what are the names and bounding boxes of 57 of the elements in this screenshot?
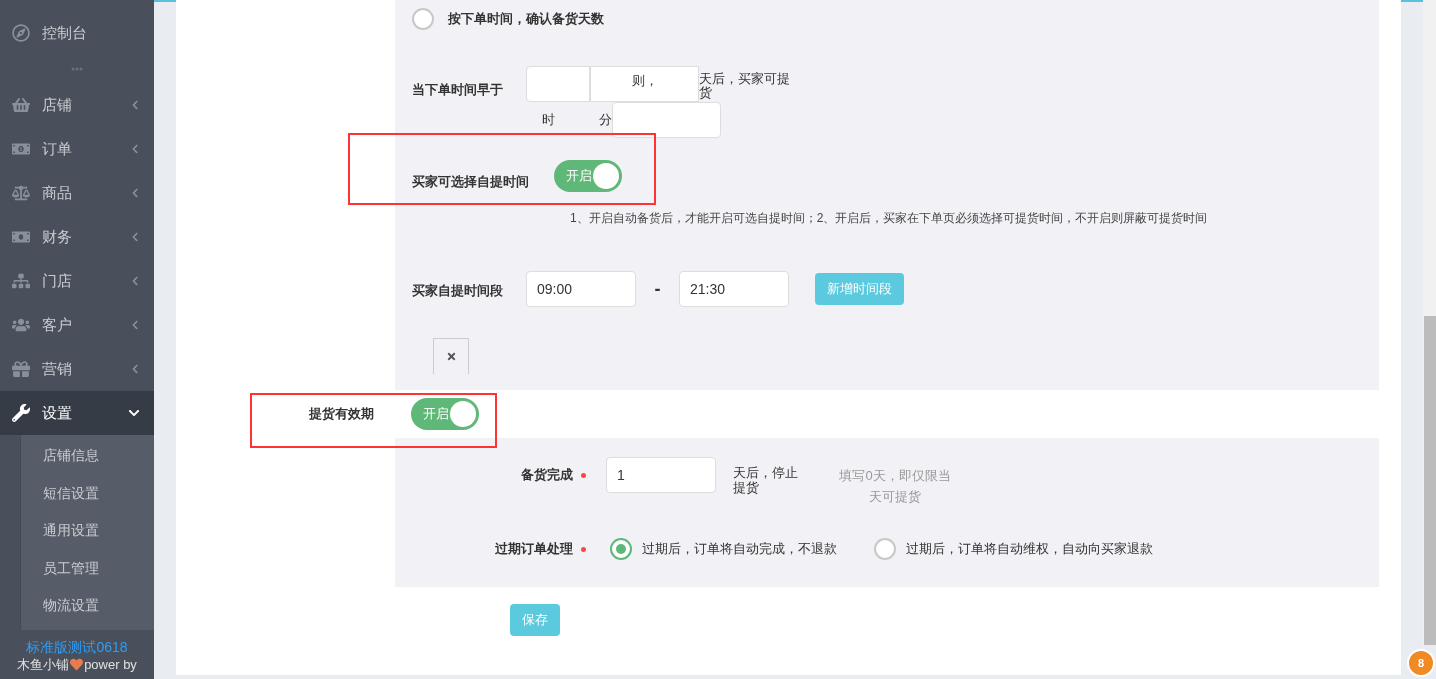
minute-label: 分	[599, 111, 612, 130]
toggle-knob	[593, 163, 619, 189]
gift-icon	[12, 360, 30, 378]
end-time-input[interactable]: 21:30	[679, 271, 789, 307]
sidebar-item[interactable]: 设置	[0, 391, 154, 435]
close-icon	[445, 351, 457, 362]
field-label: 买家自提时间段	[412, 282, 504, 301]
sidebar-item[interactable]: 店铺	[0, 83, 154, 127]
after-label: 天后，买家可提货	[699, 70, 791, 102]
sidebar-item[interactable]: 订单	[0, 127, 154, 171]
sidebar-item[interactable]: 客户	[0, 303, 154, 347]
minute-input[interactable]: 则，	[590, 66, 699, 102]
version-label: 标准版测试0618	[26, 637, 128, 656]
then-label: 则，	[631, 72, 658, 90]
submenu-item[interactable]: 物流设置	[43, 595, 99, 617]
start-time-input[interactable]: 09:00	[526, 271, 636, 307]
toggle-knob	[450, 401, 476, 427]
field-label: 买家可选择自提时间	[412, 173, 530, 192]
hint-text: 填写0天，即仅限当天可提货	[838, 467, 952, 506]
submenu-item[interactable]: 店铺信息	[43, 445, 99, 467]
wrench-icon	[12, 404, 30, 422]
sitemap-icon	[12, 272, 30, 290]
scale-icon	[12, 184, 30, 202]
brand-label: 木鱼小铺	[17, 655, 70, 674]
days-input[interactable]	[612, 102, 721, 138]
submenu-item[interactable]: 短信设置	[43, 482, 99, 504]
sidebar-item[interactable]: 营销	[0, 347, 154, 391]
suffix-label: 天后，停止提货	[733, 464, 799, 497]
option-label: 过期后，订单将自动完成，不退款	[642, 540, 837, 559]
radio-button[interactable]	[874, 538, 896, 560]
radio-button[interactable]	[412, 8, 434, 30]
option-label: 过期后，订单将自动维权，自动向买家退款	[906, 540, 1153, 559]
sidebar-item[interactable]: 门店	[0, 259, 154, 303]
field-label: 备货完成	[521, 466, 573, 485]
sidebar-item[interactable]: 控制台	[0, 11, 154, 55]
option-label: 按下单时间，确认备货天数	[448, 10, 604, 29]
users-icon	[12, 316, 30, 334]
radio-button[interactable]	[610, 538, 632, 560]
field-label: 当下单时间早于	[412, 81, 504, 99]
hour-label: 时	[542, 111, 555, 130]
delete-button[interactable]	[433, 338, 469, 374]
compass-icon	[12, 24, 30, 42]
help-note: 1、开启自动备货后，才能开启可选自提时间；2、开启后，买家在下单页必须选择可提货时间，不开启则屏蔽可提货时间	[570, 210, 1209, 227]
submenu-item[interactable]: 通用设置	[43, 520, 99, 542]
sidebar-item[interactable]: 财务	[0, 215, 154, 259]
days-input[interactable]: 1	[606, 457, 716, 493]
basket-icon	[12, 96, 30, 114]
hour-input[interactable]	[526, 66, 590, 102]
submenu-item[interactable]: 员工管理	[43, 557, 99, 579]
sidebar-item[interactable]: 商品	[0, 171, 154, 215]
power-label: power by	[84, 655, 137, 674]
corner-badge: 8	[1407, 649, 1435, 677]
field-label: 过期订单处理	[495, 540, 573, 559]
dots-icon	[71, 67, 83, 71]
range-separator: -	[653, 277, 662, 301]
heart-icon	[70, 658, 84, 671]
field-label: 提货有效期	[309, 405, 375, 424]
